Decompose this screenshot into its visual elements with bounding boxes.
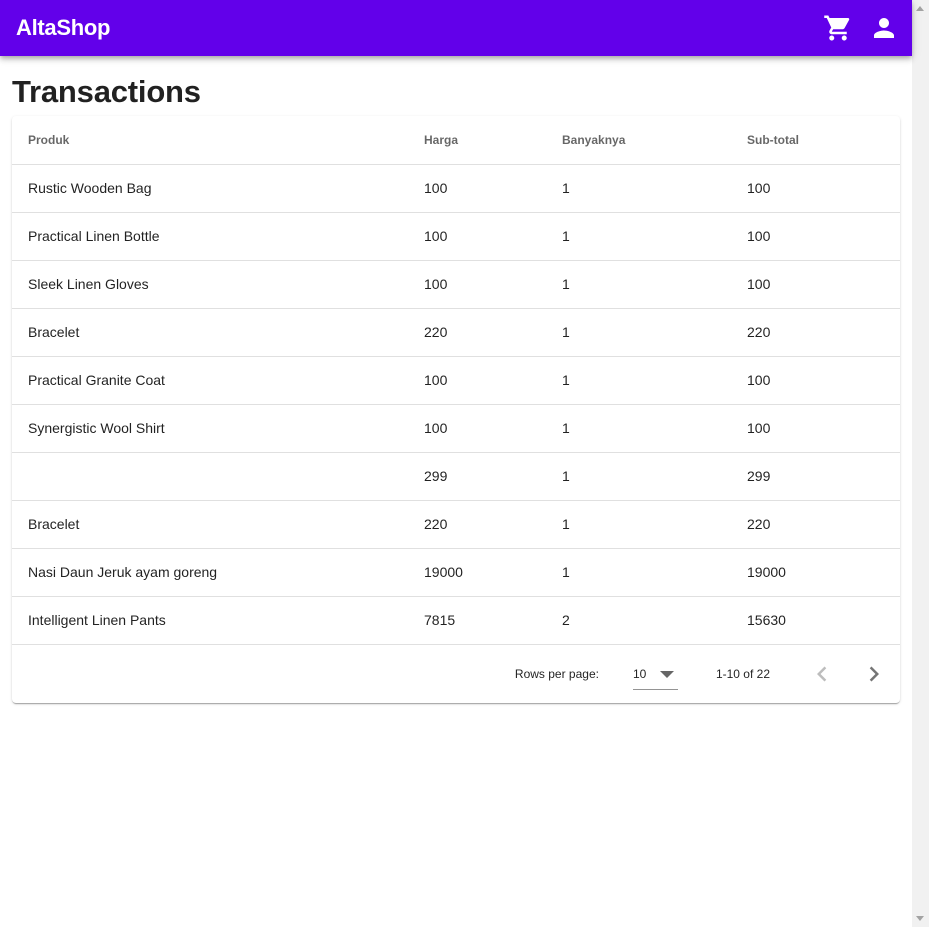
cell-sub-total: 100 <box>731 356 900 405</box>
cell-sub-total: 15630 <box>731 596 900 645</box>
cell-harga: 220 <box>408 500 546 549</box>
cell-produk: Sleek Linen Gloves <box>12 260 408 309</box>
dropdown-arrow-icon <box>659 670 674 678</box>
cell-produk: Synergistic Wool Shirt <box>12 404 408 453</box>
cell-banyaknya: 1 <box>546 548 731 597</box>
scroll-down-arrow-icon[interactable] <box>916 916 924 921</box>
cart-icon[interactable] <box>818 8 858 48</box>
cell-sub-total: 100 <box>731 164 900 213</box>
cell-harga: 100 <box>408 404 546 453</box>
table-row[interactable]: Sleek Linen Gloves 100 1 100 <box>12 260 900 309</box>
scroll-up-arrow-icon[interactable] <box>916 6 924 11</box>
cell-produk: Intelligent Linen Pants <box>12 596 408 645</box>
table-row[interactable]: Nasi Daun Jeruk ayam goreng 19000 1 1900… <box>12 548 900 597</box>
cell-harga: 220 <box>408 308 546 357</box>
table-row[interactable]: Rustic Wooden Bag 100 1 100 <box>12 164 900 213</box>
cell-sub-total: 100 <box>731 404 900 453</box>
table-pagination: Rows per page: 10 1-10 of 22 <box>12 645 900 703</box>
cell-produk: Bracelet <box>12 308 408 357</box>
cell-banyaknya: 1 <box>546 164 731 213</box>
cell-banyaknya: 1 <box>546 308 731 357</box>
cell-harga: 100 <box>408 212 546 261</box>
cell-harga: 100 <box>408 260 546 309</box>
cell-harga: 100 <box>408 356 546 405</box>
table-row[interactable]: Synergistic Wool Shirt 100 1 100 <box>12 404 900 453</box>
cell-harga: 19000 <box>408 548 546 597</box>
chevron-left-icon <box>817 666 827 681</box>
rows-per-page-label: Rows per page: <box>514 666 599 681</box>
previous-page-button[interactable] <box>804 656 840 692</box>
rows-per-page-select[interactable]: 10 <box>632 658 678 690</box>
app-bar: AltaShop <box>0 0 912 56</box>
cell-produk: Rustic Wooden Bag <box>12 164 408 213</box>
table-row[interactable]: Practical Granite Coat 100 1 100 <box>12 356 900 405</box>
column-header-produk[interactable]: Produk <box>12 116 408 165</box>
cell-sub-total: 220 <box>731 500 900 549</box>
cell-banyaknya: 2 <box>546 596 731 645</box>
cell-harga: 7815 <box>408 596 546 645</box>
page-title: Transactions <box>12 74 201 109</box>
column-header-harga[interactable]: Harga <box>408 116 546 165</box>
cell-sub-total: 19000 <box>731 548 900 597</box>
brand-logo[interactable]: AltaShop <box>16 15 110 41</box>
transactions-table: Produk Harga Banyaknya Sub-total Rustic … <box>12 116 900 645</box>
cell-harga: 100 <box>408 164 546 213</box>
rows-per-page-value: 10 <box>632 667 647 681</box>
chevron-right-icon <box>869 666 879 681</box>
next-page-button[interactable] <box>856 656 892 692</box>
account-icon[interactable] <box>864 8 904 48</box>
cell-banyaknya: 1 <box>546 356 731 405</box>
table-row[interactable]: Bracelet 220 1 220 <box>12 500 900 549</box>
cell-produk: Practical Linen Bottle <box>12 212 408 261</box>
cell-produk: Practical Granite Coat <box>12 356 408 405</box>
cell-sub-total: 299 <box>731 452 900 501</box>
cell-sub-total: 100 <box>731 260 900 309</box>
pagination-range: 1-10 of 22 <box>715 666 770 681</box>
transactions-table-card: Produk Harga Banyaknya Sub-total Rustic … <box>12 116 900 703</box>
cell-produk: Bracelet <box>12 500 408 549</box>
column-header-sub-total[interactable]: Sub-total <box>731 116 900 165</box>
cell-banyaknya: 1 <box>546 260 731 309</box>
table-row[interactable]: Bracelet 220 1 220 <box>12 308 900 357</box>
cell-sub-total: 220 <box>731 308 900 357</box>
cell-banyaknya: 1 <box>546 212 731 261</box>
cell-produk: Nasi Daun Jeruk ayam goreng <box>12 548 408 597</box>
table-row[interactable]: Intelligent Linen Pants 7815 2 15630 <box>12 596 900 645</box>
cell-harga: 299 <box>408 452 546 501</box>
cell-banyaknya: 1 <box>546 500 731 549</box>
table-row[interactable]: 299 1 299 <box>12 452 900 501</box>
table-row[interactable]: Practical Linen Bottle 100 1 100 <box>12 212 900 261</box>
column-header-banyaknya[interactable]: Banyaknya <box>546 116 731 165</box>
cell-produk <box>12 452 408 501</box>
table-header-row: Produk Harga Banyaknya Sub-total <box>12 116 900 165</box>
cell-banyaknya: 1 <box>546 404 731 453</box>
cell-banyaknya: 1 <box>546 452 731 501</box>
cell-sub-total: 100 <box>731 212 900 261</box>
vertical-scrollbar[interactable] <box>912 0 929 927</box>
